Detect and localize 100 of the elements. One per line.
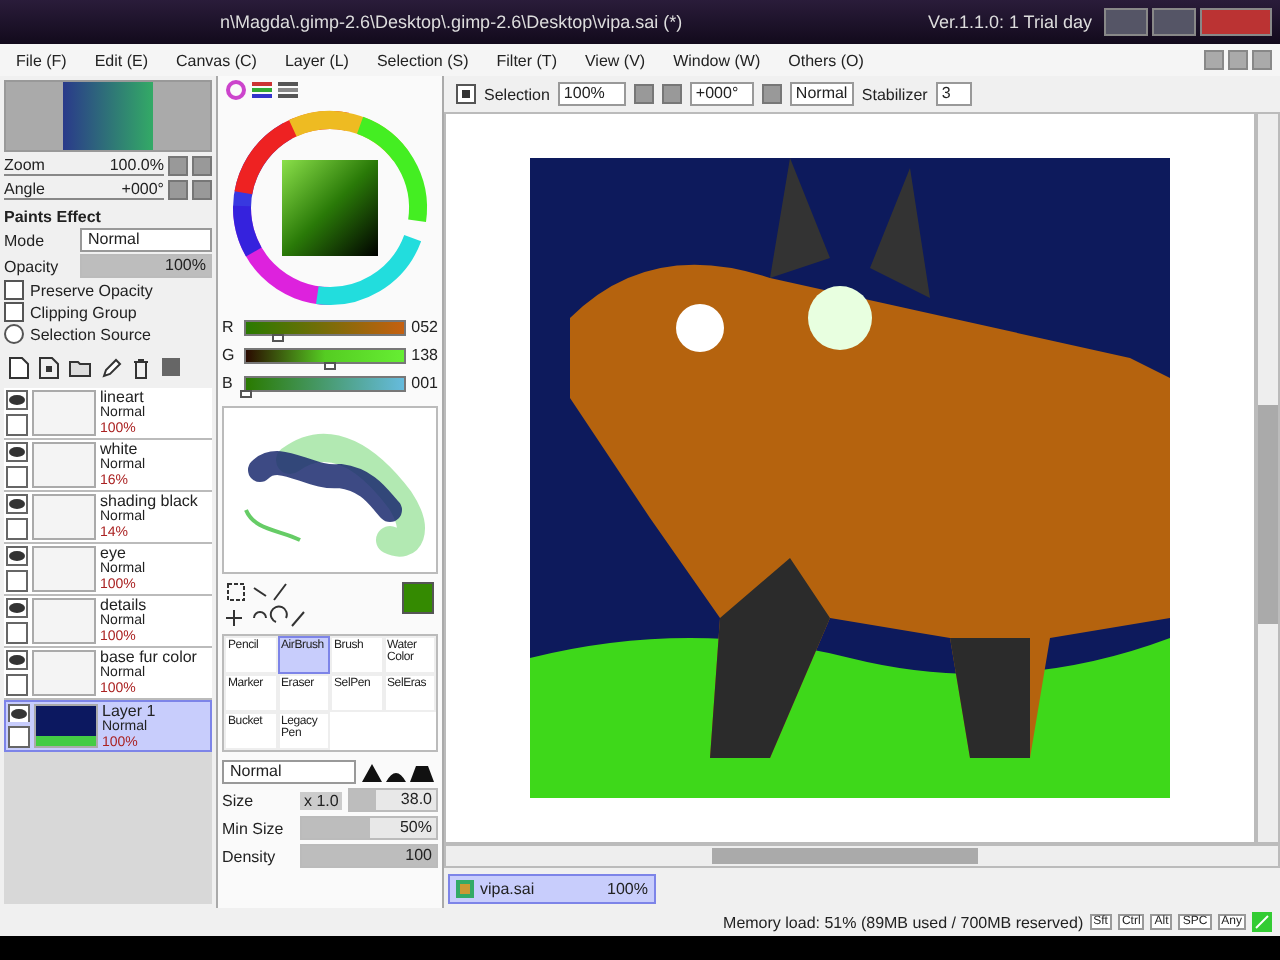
memory-status: Memory load: 51% (89MB used / 700MB reserved): [723, 913, 1084, 931]
angle-value: +000°: [121, 180, 164, 198]
brush-slider[interactable]: 50%: [300, 816, 438, 840]
lock-box[interactable]: [8, 726, 30, 748]
document-tab[interactable]: vipa.sai 100%: [448, 873, 656, 903]
zoom-value: 100.0%: [109, 156, 164, 174]
color-wheel-icon[interactable]: [226, 80, 246, 100]
zoom-field[interactable]: 100%: [557, 82, 626, 106]
slider-thumb[interactable]: [271, 333, 284, 341]
eye-icon[interactable]: [6, 442, 28, 462]
size-slider[interactable]: 38.0: [348, 788, 438, 812]
layer-name: white: [100, 442, 140, 458]
slider-thumb[interactable]: [240, 389, 252, 397]
angle-field[interactable]: +000°: [689, 82, 754, 106]
lock-box[interactable]: [6, 570, 28, 592]
lock-box[interactable]: [6, 414, 28, 436]
paint-effect-header[interactable]: Paints Effect: [4, 208, 212, 226]
lock-box[interactable]: [6, 622, 28, 644]
horizontal-scrollbar[interactable]: [444, 844, 1280, 868]
pen-icon: [1252, 912, 1272, 932]
slider-label: Min Size: [222, 819, 286, 837]
checkbox[interactable]: [4, 302, 24, 322]
mode-label: Mode: [4, 231, 47, 249]
size-multiplier[interactable]: x 1.0: [300, 791, 343, 809]
new-layer-set-icon[interactable]: [38, 356, 60, 380]
layer-thumbnail: [32, 442, 96, 488]
slider-thumb[interactable]: [324, 361, 337, 369]
channel-value: 138: [411, 346, 438, 364]
menu-item[interactable]: Edit (E): [94, 51, 148, 69]
scratchpad[interactable]: [222, 406, 438, 574]
eye-icon[interactable]: [8, 704, 30, 723]
rgb-slider-icon[interactable]: [252, 80, 272, 100]
menu-item[interactable]: Others (O): [788, 51, 864, 69]
opacity-slider[interactable]: 100%: [80, 254, 212, 278]
hsv-slider-icon[interactable]: [278, 80, 298, 100]
menu-item[interactable]: Window (W): [673, 51, 761, 69]
blend-mode-dropdown[interactable]: Normal: [222, 760, 356, 784]
document-name: vipa.sai: [480, 879, 535, 897]
opacity-label: Opacity: [4, 257, 61, 275]
stabilizer-label: Stabilizer: [861, 85, 928, 103]
checkbox[interactable]: [456, 84, 476, 104]
option-label: Selection Source: [30, 325, 151, 343]
eye-icon[interactable]: [6, 390, 28, 410]
lock-box[interactable]: [6, 674, 28, 696]
slider-label: Density: [222, 847, 278, 865]
menu-item[interactable]: Selection (S): [376, 51, 469, 69]
lock-box[interactable]: [6, 518, 28, 540]
window-title: n\Magda\.gimp-2.6\Desktop\.gimp-2.6\Desktop\vipa.sai (*): [220, 12, 685, 32]
zoom-in-button[interactable]: [661, 84, 682, 104]
opacity-value: 100%: [165, 256, 206, 276]
version-label: Ver.1.1.0: 1 Trial day: [927, 12, 1092, 32]
eye-icon[interactable]: [6, 494, 28, 514]
edit-icon[interactable]: [100, 356, 122, 380]
radio-button[interactable]: [4, 324, 24, 344]
selection-tools-icon[interactable]: [226, 582, 306, 630]
layer-name: lineart: [100, 390, 146, 406]
menu-item[interactable]: File (F): [16, 51, 67, 69]
slider-value: 50%: [399, 818, 432, 838]
checkbox[interactable]: [4, 280, 24, 300]
eye-icon[interactable]: [6, 598, 28, 618]
layer-name: eye: [100, 546, 128, 562]
menu-item[interactable]: Filter (T): [496, 51, 557, 69]
vertical-scrollbar[interactable]: [1256, 112, 1280, 844]
eye-icon[interactable]: [6, 546, 28, 566]
layer-thumbnail: [32, 494, 96, 540]
blend-field[interactable]: Normal: [789, 82, 854, 106]
channel-value: 052: [411, 318, 438, 336]
canvas-thumbnail[interactable]: [4, 80, 212, 152]
folder-icon[interactable]: [68, 356, 92, 380]
zoom-out-button[interactable]: [633, 84, 654, 104]
lock-box[interactable]: [6, 466, 28, 488]
brush-slider[interactable]: 100: [300, 844, 438, 868]
trash-icon[interactable]: [130, 356, 152, 380]
image-icon: [456, 879, 474, 897]
channel-label: B: [222, 374, 235, 392]
menu-item[interactable]: Layer (L): [284, 51, 349, 69]
option-label: Clipping Group: [30, 303, 137, 321]
stabilizer-field[interactable]: 3: [935, 82, 972, 106]
selection-label: Selection: [484, 85, 550, 103]
menu-item[interactable]: View (V): [584, 51, 646, 69]
layer-thumbnail: [32, 546, 96, 592]
brush-shape-icon[interactable]: [362, 763, 438, 781]
layer-thumbnail: [32, 650, 96, 696]
layer-name: details: [100, 598, 147, 614]
layer-name: base fur color: [100, 650, 197, 666]
eye-icon[interactable]: [6, 650, 28, 670]
layer-name: Layer 1: [102, 704, 156, 720]
document-zoom: 100%: [607, 879, 648, 897]
size-label: Size: [222, 791, 256, 809]
option-label: Preserve Opacity: [30, 281, 153, 299]
channel-label: R: [222, 318, 236, 336]
channel-label: G: [222, 346, 237, 364]
color-swatch[interactable]: [402, 582, 434, 614]
new-layer-icon[interactable]: [8, 356, 30, 380]
rotate-button[interactable]: [761, 84, 782, 104]
mode-dropdown[interactable]: Normal: [80, 228, 212, 252]
menu-item[interactable]: Canvas (C): [176, 51, 257, 69]
layer-thumbnail: [32, 390, 96, 436]
layer-name: shading black: [100, 494, 198, 510]
size-value: 38.0: [400, 790, 432, 810]
